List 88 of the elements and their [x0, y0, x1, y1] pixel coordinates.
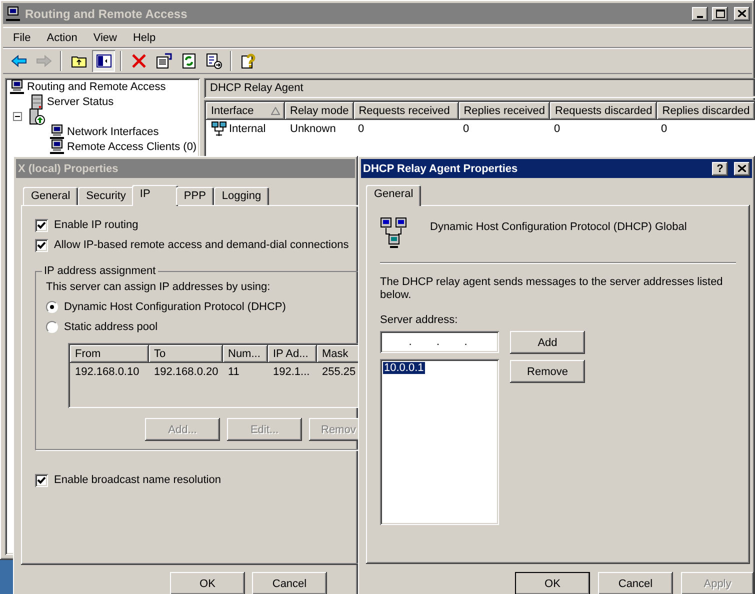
- menu-item[interactable]: View: [87, 32, 127, 44]
- column-header[interactable]: Requests discarded: [550, 102, 658, 120]
- table-cell: Internal: [206, 120, 285, 136]
- menu-item[interactable]: Action: [40, 32, 88, 44]
- tab[interactable]: General: [23, 187, 78, 205]
- column-header[interactable]: To: [149, 345, 223, 363]
- sort-arrow-icon: [271, 107, 280, 115]
- column-header[interactable]: Interface: [206, 102, 285, 120]
- close-button[interactable]: [734, 6, 750, 20]
- window-title: DHCP Relay Agent Properties: [363, 162, 519, 174]
- close-icon: [738, 10, 746, 17]
- menu-item[interactable]: Help: [126, 32, 166, 44]
- ip-address-field[interactable]: . . .: [380, 331, 499, 353]
- checkbox[interactable]: Allow IP-based remote access and demand-dial connections: [35, 235, 349, 255]
- computer-icon: [9, 78, 25, 94]
- column-header[interactable]: Replies discarded: [657, 102, 755, 120]
- maximize-icon: [716, 9, 724, 18]
- collapse-toggle[interactable]: [13, 112, 22, 121]
- properties-icon: [156, 53, 172, 69]
- dialog-button[interactable]: OK: [170, 572, 245, 594]
- column-header[interactable]: Replies received: [458, 102, 550, 120]
- tree-item[interactable]: Routing and Remote Access: [27, 80, 166, 92]
- tab[interactable]: PPP: [176, 187, 214, 205]
- window-title: Routing and Remote Access: [25, 6, 188, 20]
- table-cell-text: 0: [553, 122, 562, 134]
- pane-title: DHCP Relay Agent: [204, 78, 755, 98]
- radio-button[interactable]: Static address pool: [46, 317, 358, 337]
- table-cell-text: 0: [660, 122, 668, 134]
- list-item[interactable]: 10.0.0.1: [383, 362, 425, 374]
- dialog-button[interactable]: Cancel: [252, 572, 327, 594]
- close-icon: [738, 165, 746, 172]
- checkbox[interactable]: Enable IP routing: [35, 215, 138, 235]
- window-title: X (local) Properties: [18, 162, 120, 174]
- description-text: This server can assign IP addresses by using:: [46, 281, 270, 293]
- dialog-button[interactable]: Cancel: [598, 572, 673, 594]
- check-icon: [37, 240, 46, 250]
- minimize-icon: [697, 16, 703, 18]
- radio-button[interactable]: Dynamic Host Configuration Protocol (DHCP): [46, 297, 358, 317]
- heading-text: Dynamic Host Configuration Protocol (DHCP) Global: [430, 220, 687, 235]
- description-text: The DHCP relay agent sends messages to the server addresses listed below.: [380, 276, 724, 302]
- tab[interactable]: IP: [132, 185, 178, 206]
- column-header[interactable]: From: [70, 345, 149, 363]
- back-arrow-icon: [10, 53, 26, 69]
- tree-pane-button[interactable]: [92, 50, 115, 72]
- server-icon: [29, 94, 45, 110]
- app-icon: [5, 6, 21, 22]
- forward-arrow-icon: [36, 53, 52, 69]
- group-title: IP address assignment: [43, 265, 157, 277]
- table-cell-text: Unknown: [289, 122, 337, 134]
- check-icon: [37, 220, 46, 230]
- network-icon: [211, 120, 227, 136]
- tree-item[interactable]: Remote Access Clients (0): [67, 140, 197, 152]
- field-label: Server address:: [380, 313, 458, 328]
- table-cell-text: 0: [357, 122, 366, 134]
- computer-icon: [49, 124, 65, 140]
- refresh-icon: [180, 53, 196, 69]
- export-list-icon: [206, 53, 222, 69]
- server-icon: [28, 108, 46, 126]
- checkbox[interactable]: Enable broadcast name resolution: [35, 470, 221, 490]
- column-header[interactable]: Mask: [317, 345, 358, 363]
- column-header[interactable]: Relay mode: [285, 102, 354, 120]
- menu-item[interactable]: File: [7, 32, 41, 44]
- column-header[interactable]: Num...: [223, 345, 268, 363]
- delete-icon: [130, 53, 146, 69]
- column-header[interactable]: Requests received: [354, 102, 459, 120]
- tab[interactable]: Logging: [214, 187, 270, 205]
- table-cell-text: 192.168.0.10: [74, 366, 140, 378]
- side-button[interactable]: Remove: [510, 360, 585, 383]
- check-icon: [37, 476, 46, 484]
- close-button[interactable]: [734, 162, 750, 176]
- dialog-button[interactable]: OK: [515, 572, 590, 594]
- table-cell-text: 255.25: [321, 366, 357, 378]
- tab[interactable]: Security: [78, 187, 134, 205]
- tree-pane-icon: [96, 53, 112, 69]
- column-header[interactable]: IP Ad...: [268, 345, 317, 363]
- table-cell-text: 0: [462, 122, 470, 134]
- minimize-button[interactable]: [692, 6, 708, 20]
- tree-item[interactable]: Server Status: [47, 96, 114, 108]
- help-button[interactable]: ?: [712, 162, 728, 176]
- computer-icon: [49, 138, 65, 154]
- table-cell-text: 192.1...: [272, 366, 311, 378]
- tab[interactable]: General: [366, 185, 422, 206]
- side-button[interactable]: Add: [510, 331, 585, 354]
- table-cell-text: 192.168.0.20: [153, 366, 220, 378]
- maximize-button[interactable]: [712, 6, 728, 20]
- help-icon: [240, 53, 256, 69]
- tree-item[interactable]: Network Interfaces: [67, 126, 159, 138]
- table-cell-text: 11: [227, 366, 240, 378]
